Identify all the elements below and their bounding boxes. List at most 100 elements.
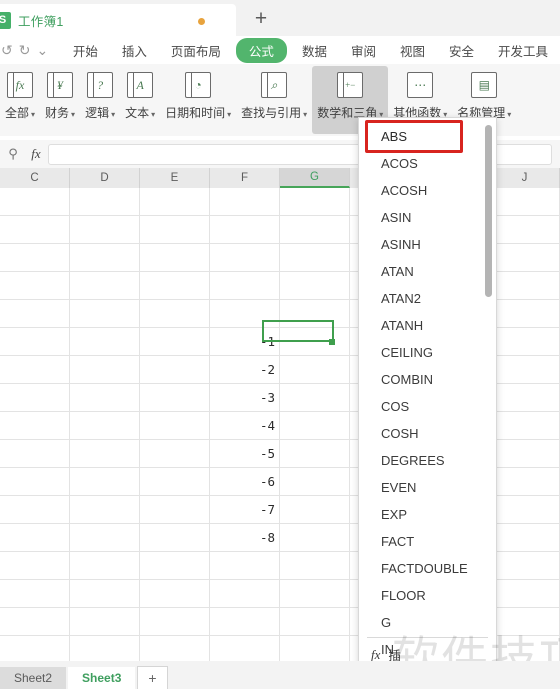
cell[interactable] [490, 272, 560, 299]
chevron-down-icon[interactable]: ▾ [227, 110, 231, 119]
cell[interactable] [140, 608, 210, 635]
cell[interactable] [140, 356, 210, 383]
cell[interactable] [210, 272, 280, 299]
cell[interactable] [0, 244, 70, 271]
cell[interactable] [0, 636, 70, 661]
column-header-C[interactable]: C [0, 168, 70, 188]
tab-view[interactable]: 视图 [391, 38, 434, 63]
cell[interactable] [0, 300, 70, 327]
cell[interactable] [280, 188, 350, 215]
chevron-down-icon[interactable]: ▾ [151, 110, 155, 119]
cell[interactable] [210, 244, 280, 271]
cell[interactable] [0, 496, 70, 523]
cell-F-value[interactable]: -6 [210, 468, 280, 495]
cell[interactable] [140, 468, 210, 495]
tab-data[interactable]: 数据 [293, 38, 336, 63]
column-header-G[interactable]: G [280, 168, 350, 188]
cell[interactable] [280, 244, 350, 271]
menu-item-asinh[interactable]: ASINH [359, 231, 486, 258]
cell[interactable] [210, 552, 280, 579]
cell[interactable] [0, 580, 70, 607]
cell[interactable] [140, 524, 210, 551]
cell[interactable] [70, 272, 140, 299]
cell[interactable] [140, 244, 210, 271]
cell[interactable] [140, 496, 210, 523]
cell-F-value[interactable]: -4 [210, 412, 280, 439]
cell[interactable] [0, 188, 70, 215]
chevron-down-icon[interactable]: ▾ [111, 110, 115, 119]
chevron-down-icon[interactable]: ▾ [31, 110, 35, 119]
menu-item-even[interactable]: EVEN [359, 474, 486, 501]
cell[interactable] [70, 216, 140, 243]
search-icon[interactable]: ⚲ [2, 143, 24, 165]
cell[interactable] [70, 356, 140, 383]
cell[interactable] [70, 300, 140, 327]
cell[interactable] [70, 636, 140, 661]
document-tab[interactable]: S 工作簿1 [0, 4, 236, 36]
chevron-down-icon[interactable]: ▾ [303, 110, 307, 119]
cell[interactable] [280, 440, 350, 467]
cell[interactable] [70, 244, 140, 271]
cell[interactable] [140, 552, 210, 579]
cell[interactable] [210, 636, 280, 661]
cell[interactable] [490, 496, 560, 523]
cell[interactable] [280, 272, 350, 299]
cell[interactable] [0, 412, 70, 439]
cell-F-value[interactable]: -5 [210, 440, 280, 467]
tab-page-layout[interactable]: 页面布局 [162, 38, 230, 63]
cell[interactable] [140, 412, 210, 439]
cell[interactable] [70, 412, 140, 439]
cell[interactable] [280, 552, 350, 579]
cell[interactable] [490, 440, 560, 467]
sheet-tab-sheet3[interactable]: Sheet3 [68, 667, 136, 689]
new-tab-button[interactable]: + [246, 4, 276, 34]
cell[interactable] [210, 608, 280, 635]
menu-item-acosh[interactable]: ACOSH [359, 177, 486, 204]
cell[interactable] [490, 468, 560, 495]
cell[interactable] [490, 328, 560, 355]
cell[interactable] [490, 552, 560, 579]
menu-item-factdouble[interactable]: FACTDOUBLE [359, 555, 486, 582]
menu-item-atanh[interactable]: ATANH [359, 312, 486, 339]
menu-item-gcd[interactable]: G [359, 609, 486, 636]
cell[interactable] [280, 524, 350, 551]
cell[interactable] [490, 524, 560, 551]
cell[interactable] [210, 188, 280, 215]
cell[interactable] [70, 468, 140, 495]
add-sheet-button[interactable]: + [137, 666, 168, 689]
menu-item-cos[interactable]: COS [359, 393, 486, 420]
cell[interactable] [140, 272, 210, 299]
menu-item-cosh[interactable]: COSH [359, 420, 486, 447]
menu-item-atan2[interactable]: ATAN2 [359, 285, 486, 312]
cell[interactable] [140, 328, 210, 355]
ribbon-button-datetime[interactable]: ◔ 日期和时间 ▾ [160, 66, 236, 134]
cell[interactable] [70, 524, 140, 551]
tab-formulas[interactable]: 公式 [235, 37, 287, 63]
tab-security[interactable]: 安全 [440, 38, 483, 63]
cell[interactable] [490, 384, 560, 411]
cell[interactable] [490, 412, 560, 439]
menu-item-degrees[interactable]: DEGREES [359, 447, 486, 474]
cell[interactable] [490, 216, 560, 243]
column-header-J[interactable]: J [490, 168, 560, 188]
cell[interactable] [280, 496, 350, 523]
ribbon-button-lookup[interactable]: ⌕ 查找与引用 ▾ [236, 66, 312, 134]
cell[interactable] [280, 636, 350, 661]
chevron-down-icon[interactable]: ▾ [507, 110, 511, 119]
cell[interactable] [70, 580, 140, 607]
cell[interactable] [140, 636, 210, 661]
cell[interactable] [70, 496, 140, 523]
cell[interactable] [70, 328, 140, 355]
cell[interactable] [70, 188, 140, 215]
cell[interactable] [0, 524, 70, 551]
cell-F-value[interactable]: -8 [210, 524, 280, 551]
cell[interactable] [280, 608, 350, 635]
customize-toolbar-icon[interactable]: ⌄ [33, 39, 51, 61]
cell[interactable] [140, 440, 210, 467]
cell[interactable] [0, 468, 70, 495]
cell[interactable] [210, 216, 280, 243]
cell[interactable] [70, 440, 140, 467]
undo-icon[interactable]: ↺ [0, 39, 16, 61]
menu-item-combin[interactable]: COMBIN [359, 366, 486, 393]
ribbon-button-logical[interactable]: ? 逻辑 ▾ [80, 66, 120, 134]
